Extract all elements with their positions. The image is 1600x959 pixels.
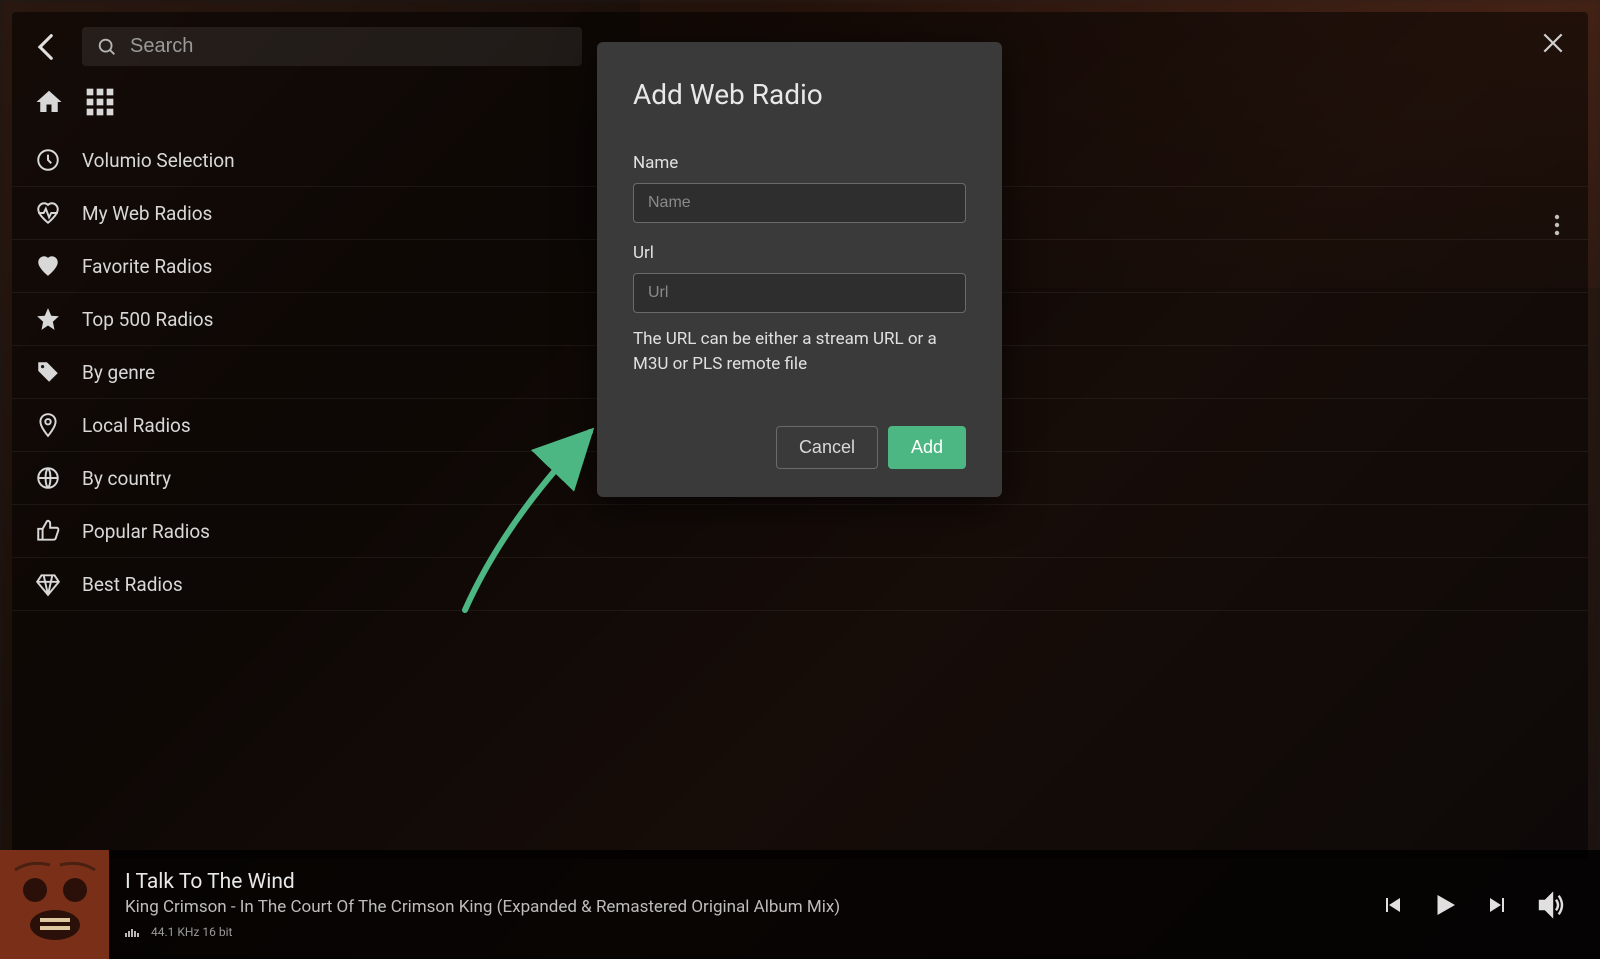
list-item-label: Local Radios bbox=[82, 414, 191, 437]
add-button[interactable]: Add bbox=[888, 426, 966, 469]
previous-button[interactable] bbox=[1380, 893, 1404, 917]
grid-view-button[interactable] bbox=[84, 86, 116, 118]
list-item[interactable]: Popular Radios bbox=[12, 505, 1588, 558]
track-info: I Talk To The Wind King Crimson - In The… bbox=[109, 870, 1380, 939]
add-web-radio-dialog: Add Web Radio Name Url The URL can be ei… bbox=[597, 42, 1002, 497]
map-pin-icon bbox=[34, 412, 62, 438]
thumbs-up-icon bbox=[34, 518, 62, 544]
name-label: Name bbox=[633, 153, 966, 173]
album-art[interactable] bbox=[0, 850, 109, 959]
next-button[interactable] bbox=[1486, 893, 1510, 917]
search-input[interactable] bbox=[130, 35, 568, 58]
back-button[interactable] bbox=[30, 30, 64, 64]
diamond-icon bbox=[34, 571, 62, 597]
dialog-title: Add Web Radio bbox=[633, 78, 966, 111]
search-icon bbox=[96, 36, 118, 58]
close-button[interactable] bbox=[1540, 30, 1566, 56]
track-meta: 44.1 KHz 16 bit bbox=[125, 925, 1380, 939]
star-icon bbox=[34, 306, 62, 332]
list-item-label: Popular Radios bbox=[82, 520, 210, 543]
list-item-label: Top 500 Radios bbox=[82, 308, 213, 331]
url-input[interactable] bbox=[633, 273, 966, 313]
play-button[interactable] bbox=[1430, 890, 1460, 920]
list-item-label: By country bbox=[82, 467, 171, 490]
name-input[interactable] bbox=[633, 183, 966, 223]
player-controls bbox=[1380, 889, 1600, 921]
clock-icon bbox=[34, 147, 62, 173]
heartbeat-icon bbox=[34, 200, 62, 226]
tag-icon bbox=[34, 359, 62, 385]
quality-icon bbox=[125, 927, 141, 937]
dialog-actions: Cancel Add bbox=[633, 426, 966, 469]
list-item-label: By genre bbox=[82, 361, 155, 384]
url-help-text: The URL can be either a stream URL or a … bbox=[633, 327, 966, 376]
more-options-button[interactable] bbox=[1554, 214, 1560, 236]
list-item-label: Volumio Selection bbox=[82, 149, 235, 172]
list-item-label: Best Radios bbox=[82, 573, 183, 596]
track-format: 44.1 KHz 16 bit bbox=[151, 925, 232, 939]
search-input-wrap[interactable] bbox=[82, 27, 582, 66]
track-title: I Talk To The Wind bbox=[125, 870, 1380, 894]
list-item-label: Favorite Radios bbox=[82, 255, 212, 278]
list-item-label: My Web Radios bbox=[82, 202, 212, 225]
track-artist: King Crimson - In The Court Of The Crims… bbox=[125, 897, 1380, 917]
home-button[interactable] bbox=[34, 87, 64, 117]
heart-icon bbox=[34, 253, 62, 279]
volume-button[interactable] bbox=[1536, 889, 1568, 921]
url-label: Url bbox=[633, 243, 966, 263]
list-item[interactable]: Best Radios bbox=[12, 558, 1588, 611]
cancel-button[interactable]: Cancel bbox=[776, 426, 878, 469]
globe-icon bbox=[34, 465, 62, 491]
player-bar: I Talk To The Wind King Crimson - In The… bbox=[0, 850, 1600, 959]
